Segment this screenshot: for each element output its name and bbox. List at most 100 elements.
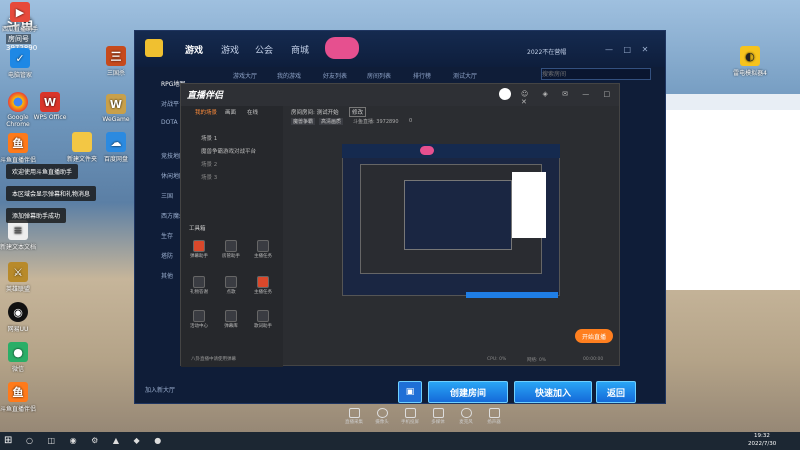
sidebar-item[interactable]: 塔防 [161, 251, 173, 260]
chat-icon [193, 240, 205, 252]
event-badge[interactable] [325, 37, 359, 59]
desktop-icon-chrome[interactable]: Google Chrome [0, 92, 36, 128]
streamer-logo: 直播伴侣 [187, 91, 224, 101]
scene-item[interactable]: 场景 1 [201, 134, 217, 142]
camera-icon [376, 408, 388, 418]
tag-badge[interactable]: 高清画质 [319, 118, 344, 125]
nav-lobby[interactable]: 游戏 [221, 43, 239, 56]
game-top-bar [135, 31, 665, 67]
quick-join-button[interactable]: 快速加入 [514, 381, 592, 403]
tool-admin[interactable]: 房管助手 [219, 240, 243, 259]
game-icon: ⚔ [8, 262, 28, 282]
desktop-icon-label: 西瓜直播助手 [2, 26, 39, 33]
tool-task-2[interactable]: 主播任务 [251, 276, 275, 295]
desktop-icon-label: 新建文件夹 [66, 156, 97, 163]
danmu-tip: 八卦直播中请使用弹幕 [191, 357, 236, 362]
wps-icon: W [40, 92, 60, 112]
subnav-item[interactable]: 好友列表 [323, 71, 347, 80]
avatar[interactable] [499, 88, 511, 100]
edit-title-button[interactable]: 修改 [349, 107, 367, 117]
subnav-item[interactable]: 我的游戏 [277, 71, 301, 80]
scene-item[interactable]: 场景 2 [201, 160, 217, 168]
desktop-icon-xigua[interactable]: ▶ 西瓜直播助手 [2, 2, 38, 33]
tool-lyrics[interactable]: 歌词助手 [251, 310, 275, 329]
list-icon [225, 310, 237, 322]
nav-shop[interactable]: 商城 [291, 43, 309, 56]
tab-online[interactable]: 在线 [247, 108, 258, 116]
sidebar-item[interactable]: 三国 [161, 191, 173, 200]
tool-danmu-lib[interactable]: 弹幕库 [219, 310, 243, 329]
desktop-icon-label: 英雄联盟 [5, 286, 30, 293]
tool-gift[interactable]: 礼物答谢 [187, 276, 211, 295]
desktop-icon-label: 斗鱼直播伴侣 [0, 406, 37, 413]
desktop-icon-sanguosha[interactable]: 三三国杀 [98, 46, 134, 77]
back-button[interactable]: 返回 [596, 381, 636, 403]
taskbar-clock-time[interactable]: 19:32 [754, 433, 770, 439]
subnav-item[interactable]: 测试大厅 [453, 71, 477, 80]
subnav-item[interactable]: 房间列表 [367, 71, 391, 80]
tool-media[interactable]: 多媒体 [427, 408, 449, 425]
tool-screen-capture[interactable]: 直播采集 [343, 408, 365, 425]
scene-item[interactable]: 场景 3 [201, 173, 217, 181]
start-stream-button[interactable]: 开始直播 [575, 329, 613, 343]
desktop-icon-label: 电脑管家 [7, 72, 32, 79]
tool-song[interactable]: 点歌 [219, 276, 243, 295]
desktop-icon-wechat[interactable]: ● 微信 [0, 342, 36, 373]
text-file-icon: ≡ [8, 220, 28, 240]
desktop-icon-label: 百度网盘 [103, 156, 128, 163]
tool-microphone[interactable]: 麦克风 [455, 408, 477, 425]
header-icons[interactable]: ☺ ◈ ✉ — □ ✕ [521, 90, 619, 106]
tag-badge[interactable]: 魔兽争霸 [291, 118, 316, 125]
desktop-icon-douyu[interactable]: 鱼斗鱼直播伴侣 [0, 133, 36, 164]
subnav-item[interactable]: 排行榜 [413, 71, 431, 80]
scene-item[interactable]: 魔兽争霸游戏对战平台 [201, 147, 256, 155]
desktop-icon-ldplayer[interactable]: ◐ 雷电模拟器4 [732, 46, 768, 77]
penguin-icon: ◉ [8, 302, 28, 322]
create-room-button[interactable]: 创建房间 [428, 381, 508, 403]
tab-screen[interactable]: 画面 [225, 108, 236, 116]
room-icon-button[interactable]: ▣ [398, 381, 422, 403]
gift-icon [193, 276, 205, 288]
desktop-icon-wps[interactable]: W WPS Office [32, 92, 68, 121]
desktop-icon-label: WPS Office [33, 114, 67, 121]
desktop-icon-pcguard[interactable]: ✓ 电脑管家 [2, 48, 38, 79]
sidebar-item[interactable]: 其他 [161, 271, 173, 280]
nav-game[interactable]: 游戏 [185, 43, 203, 56]
tool-phone-cast[interactable]: 手机投屏 [399, 408, 421, 425]
notification-toast: 本区域会显示弹幕和礼物消息 [6, 186, 97, 201]
search-input[interactable] [541, 68, 651, 80]
taskbar-apps[interactable]: ○ ◫ ◉ ⚙ ▲ ◆ ● [26, 436, 167, 445]
tool-camera[interactable]: 摄像头 [371, 408, 393, 425]
speaker-icon [488, 408, 500, 418]
desktop-icon-lol[interactable]: ⚔ 英雄联盟 [0, 262, 36, 293]
star-icon [193, 310, 205, 322]
user-name[interactable]: 2022不在营帽 [527, 47, 566, 56]
desktop-icon-baidu[interactable]: ☁ 百度网盘 [98, 132, 134, 163]
desktop-icon-label: 微信 [11, 366, 24, 373]
sidebar-item[interactable]: DOTA [161, 119, 178, 126]
start-button[interactable]: ⊞ [4, 435, 12, 446]
tab-scenes[interactable]: 我的场景 [195, 108, 217, 116]
desktop-icon-douyu-2[interactable]: 鱼斗鱼直播伴侣 [0, 382, 36, 413]
sidebar-item[interactable]: 生存 [161, 231, 173, 240]
desktop-icon-textdoc[interactable]: ≡ 新建文本文档 [0, 220, 36, 251]
app-icon: W [106, 94, 126, 114]
add-lobby-button[interactable]: 加入新大厅 [145, 385, 175, 394]
folder-icon [72, 132, 92, 152]
room-info: 斗鱼直播: 3972890 [353, 119, 399, 125]
desktop-icon-label: 斗鱼直播伴侣 [0, 157, 37, 164]
preview-nested-screen [404, 180, 512, 250]
tool-speaker[interactable]: 扬声器 [483, 408, 505, 425]
nav-guild[interactable]: 公会 [255, 43, 273, 56]
tool-activity[interactable]: 活动中心 [187, 310, 211, 329]
taskbar-clock-date[interactable]: 2022/7/30 [748, 441, 776, 447]
desktop-icon-folder[interactable]: 新建文件夹 [64, 132, 100, 163]
tool-task[interactable]: 主播任务 [251, 240, 275, 259]
microphone-icon [460, 408, 472, 418]
subnav-item[interactable]: 游戏大厅 [233, 71, 257, 80]
desktop-icon-wegame[interactable]: W WeGame [98, 94, 134, 123]
desktop-icon-qq[interactable]: ◉ 网易UU [0, 302, 36, 333]
notification-toast: 欢迎使用斗鱼直播助手 [6, 164, 79, 179]
desktop-icon-label: Google Chrome [6, 114, 30, 128]
tool-danmu[interactable]: 弹幕助手 [187, 240, 211, 259]
